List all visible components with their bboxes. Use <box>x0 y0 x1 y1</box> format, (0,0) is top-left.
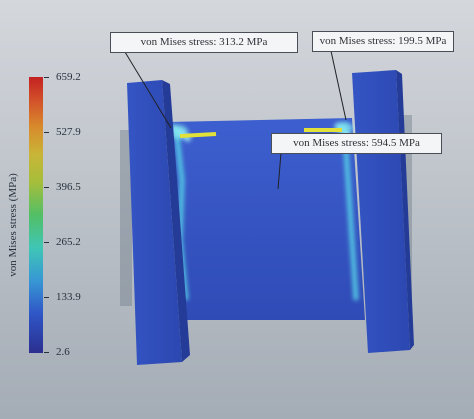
stress-callout: von Mises stress: 313.2 MPa <box>110 32 298 53</box>
colorbar-tick-label: 265.2 <box>56 236 81 248</box>
fea-viewport[interactable]: 659.2 527.9 396.5 265.2 133.9 2.6 von Mi… <box>0 0 474 419</box>
stress-callout: von Mises stress: 199.5 MPa <box>312 31 454 52</box>
colorbar-tick <box>44 297 49 298</box>
colorbar-tick <box>44 352 49 353</box>
colorbar-tick <box>44 187 49 188</box>
colorbar-tick-label: 396.5 <box>56 181 81 193</box>
colorbar-tick <box>44 242 49 243</box>
colorbar-tick <box>44 132 49 133</box>
colorbar-tick <box>44 77 49 78</box>
stress-model-render <box>120 50 414 365</box>
colorbar-tick-label: 527.9 <box>56 126 81 138</box>
colorbar-tick-label: 659.2 <box>56 71 81 83</box>
stress-callout: von Mises stress: 594.5 MPa <box>271 133 442 154</box>
colorbar-title: von Mises stress (MPa) <box>2 173 24 277</box>
stress-colorbar <box>29 77 43 353</box>
colorbar-title-text: von Mises stress (MPa) <box>7 173 19 277</box>
colorbar-tick-label: 133.9 <box>56 291 81 303</box>
colorbar-tick-label: 2.6 <box>56 346 70 358</box>
